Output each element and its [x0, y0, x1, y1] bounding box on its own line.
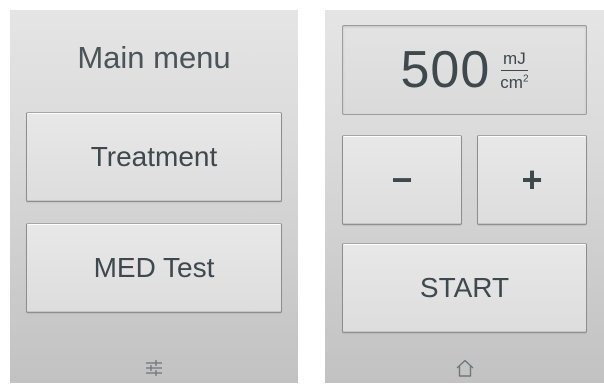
- home-icon[interactable]: [454, 357, 476, 379]
- start-button-label: START: [419, 272, 510, 303]
- minus-icon: −: [391, 159, 413, 200]
- sliders-icon[interactable]: [143, 357, 165, 379]
- plus-icon: +: [521, 159, 543, 200]
- dose-display: 500 mJ cm2: [342, 25, 587, 115]
- dose-unit-denominator-wrap: cm2: [500, 71, 529, 92]
- dose-unit-numerator: mJ: [501, 50, 528, 71]
- treatment-button-label: Treatment: [90, 141, 218, 172]
- increase-button[interactable]: +: [477, 135, 587, 225]
- dose-value: 500: [400, 41, 491, 99]
- med-test-button-label: MED Test: [93, 252, 215, 283]
- main-menu-title: Main menu: [77, 40, 231, 75]
- dose-unit-denominator: cm: [500, 72, 523, 92]
- treatment-button[interactable]: Treatment: [26, 112, 282, 202]
- decrease-button[interactable]: −: [342, 135, 462, 225]
- med-test-button[interactable]: MED Test: [26, 223, 282, 313]
- treatment-panel: 500 mJ cm2 − + START: [325, 10, 604, 383]
- main-menu-panel: Main menu Treatment MED Test: [10, 10, 298, 383]
- dose-unit-exponent: 2: [522, 72, 529, 84]
- start-button[interactable]: START: [342, 243, 587, 333]
- dose-unit: mJ cm2: [500, 50, 528, 91]
